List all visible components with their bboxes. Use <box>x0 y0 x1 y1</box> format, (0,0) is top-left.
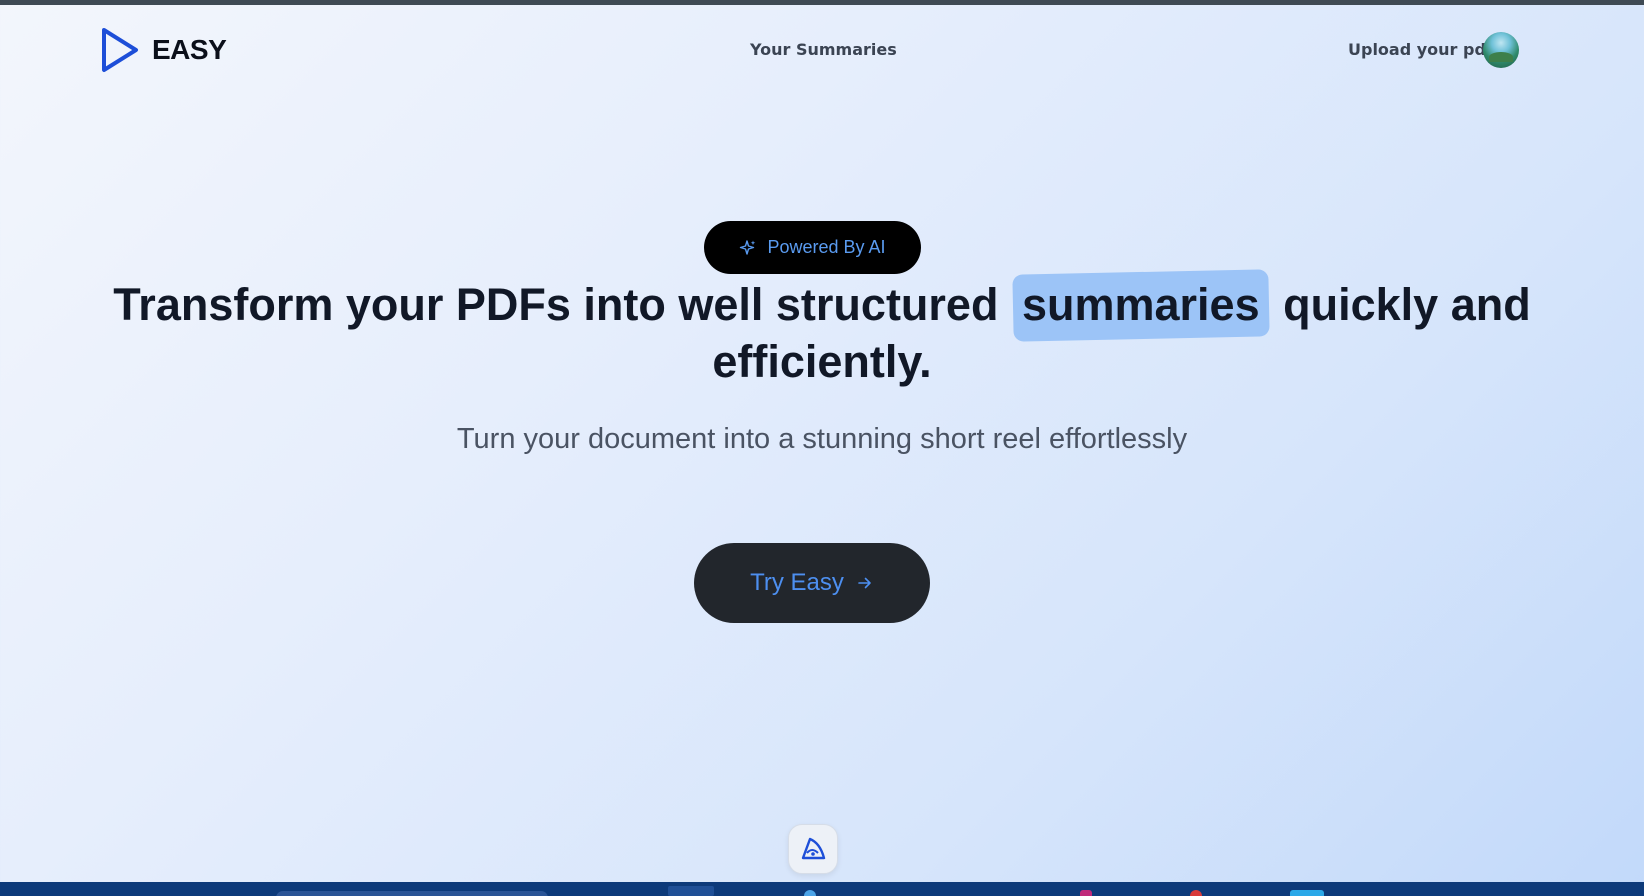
taskbar-app-icon[interactable] <box>668 886 714 896</box>
powered-by-ai-badge: Powered By AI <box>704 221 921 274</box>
logo-text: EASY <box>152 34 227 65</box>
badge-label: Powered By AI <box>767 237 886 257</box>
headline-text-before: Transform your PDFs into well structured <box>113 279 999 330</box>
hero-headline: Transform your PDFs into well structured… <box>100 276 1544 390</box>
floating-widget-button[interactable] <box>788 824 838 874</box>
taskbar-app-icon[interactable] <box>1190 890 1202 896</box>
logo-link[interactable]: EASY <box>100 27 227 73</box>
nav-your-summaries[interactable]: Your Summaries <box>750 40 897 59</box>
try-easy-label: Try Easy <box>750 569 844 596</box>
play-triangle-icon <box>102 28 138 72</box>
taskbar-app-icon[interactable] <box>1290 890 1324 896</box>
headline-highlight: summaries <box>1013 276 1269 333</box>
upload-pdf-link[interactable]: Upload your pdf <box>1348 40 1493 59</box>
site-header: EASY Your Summaries Upload your pdf <box>0 5 1644 95</box>
os-taskbar <box>0 882 1644 896</box>
headline-highlight-text: summaries <box>1021 279 1260 330</box>
sparkles-icon <box>740 239 756 255</box>
pizza-slice-icon <box>801 837 826 860</box>
arrow-right-icon <box>858 577 871 589</box>
hero-subtitle: Turn your document into a stunning short… <box>456 423 1188 455</box>
user-avatar[interactable] <box>1483 32 1519 68</box>
taskbar-app-icon[interactable] <box>1080 890 1092 896</box>
taskbar-app-icon[interactable] <box>804 890 816 896</box>
try-easy-button[interactable]: Try Easy <box>694 543 930 623</box>
taskbar-search[interactable] <box>276 891 548 896</box>
